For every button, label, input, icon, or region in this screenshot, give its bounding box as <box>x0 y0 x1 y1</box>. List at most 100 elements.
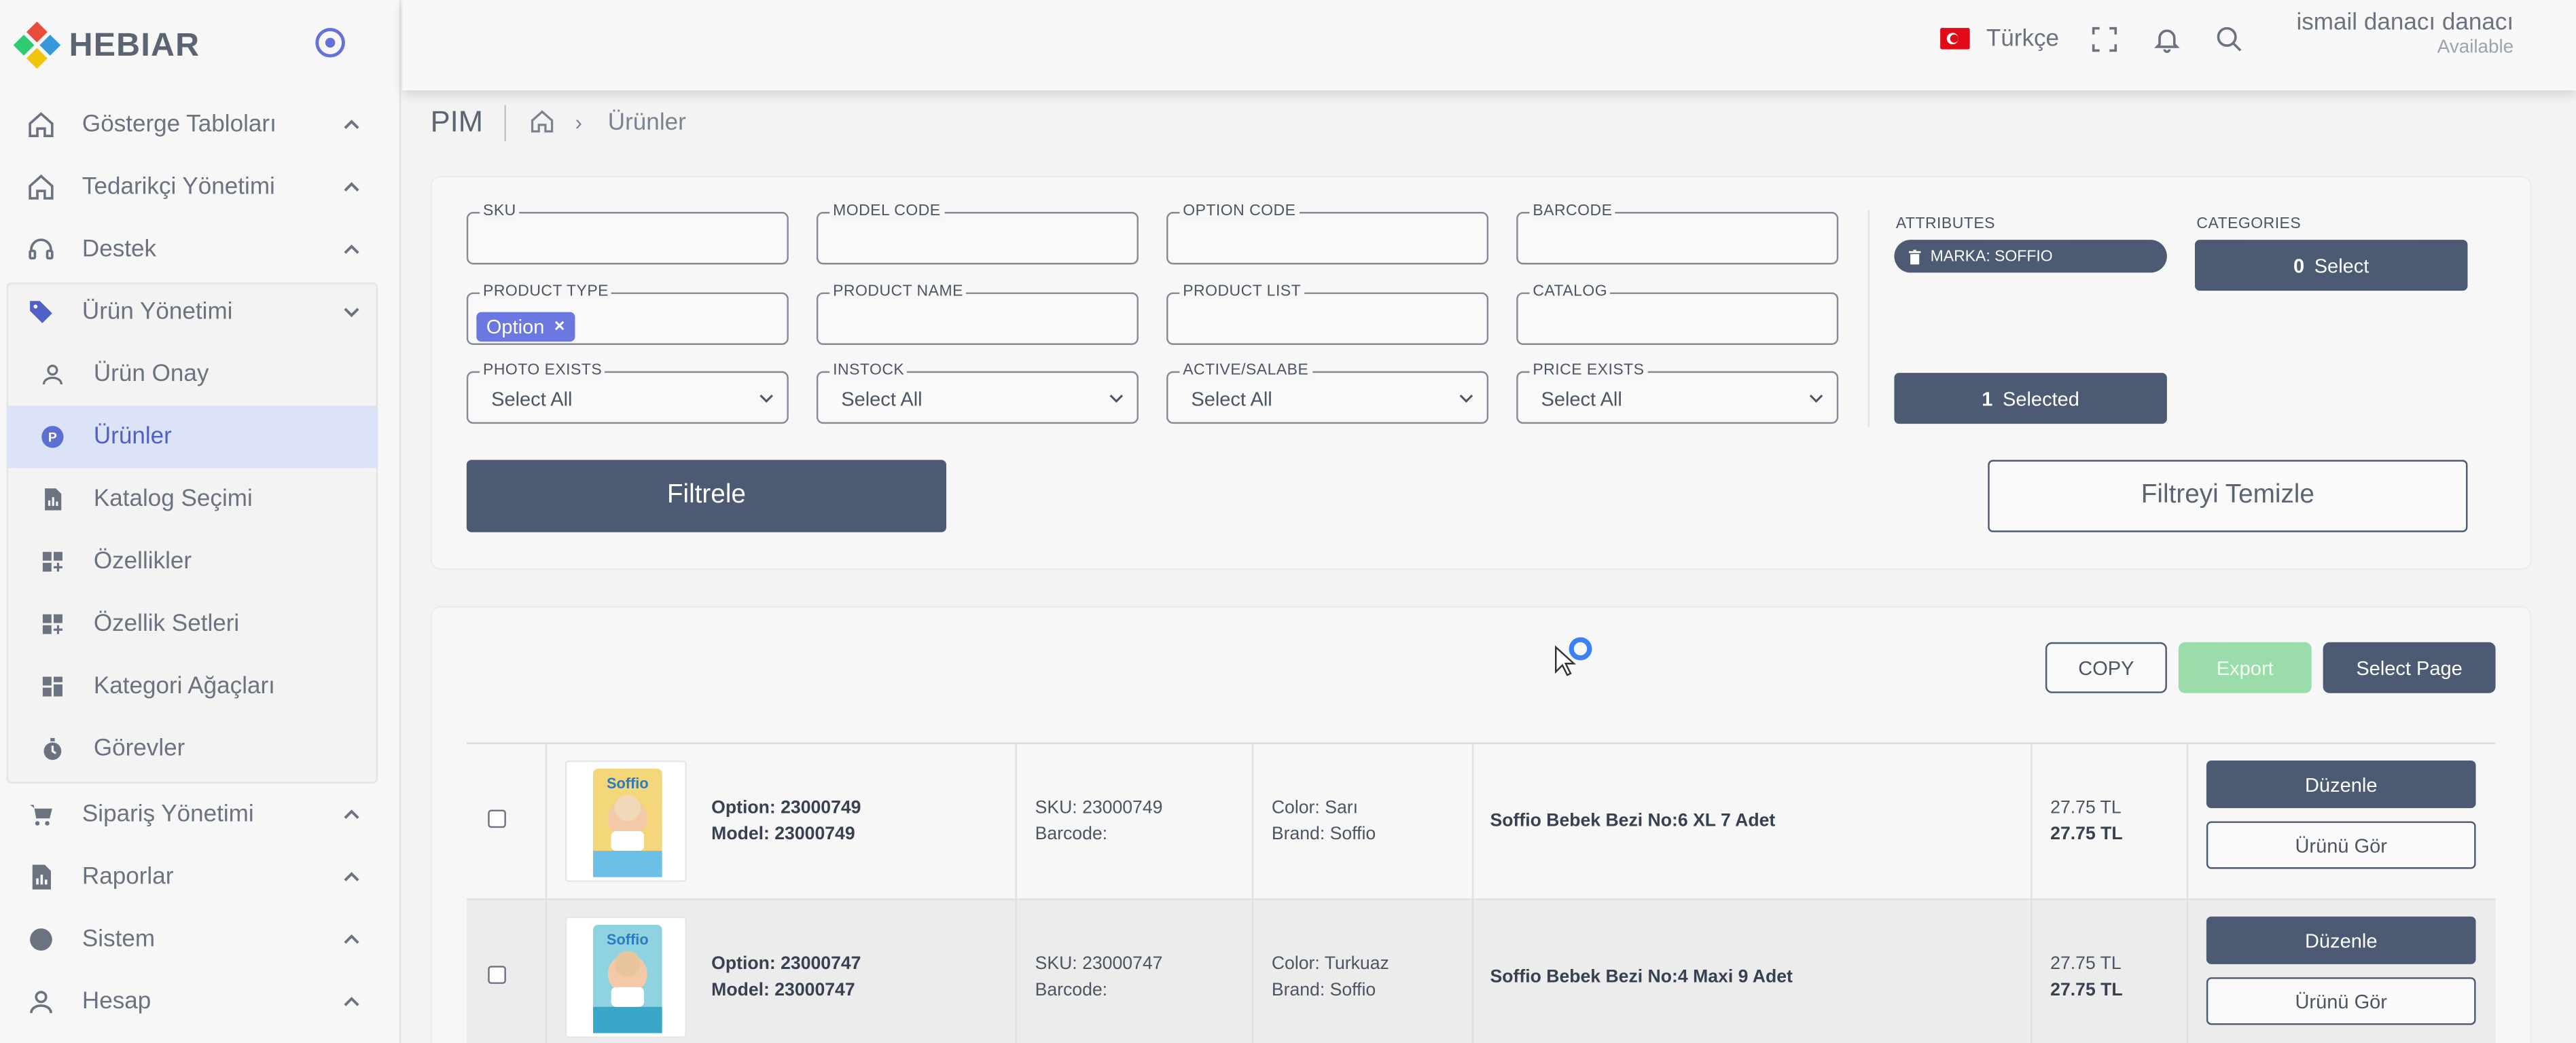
sku-field[interactable]: SKU <box>466 202 789 265</box>
attribute-pill[interactable]: MARKA: SOFFIO <box>1894 240 2167 273</box>
fullscreen-icon[interactable] <box>2090 24 2119 54</box>
clear-filter-button[interactable]: Filtreyi Temizle <box>1988 460 2468 532</box>
sidebar-item-label: Sistem <box>82 926 156 953</box>
sidebar-subitem-label: Ürünler <box>93 424 172 450</box>
field-label: PRODUCT TYPE <box>480 282 612 301</box>
product-price: 27.75 TL <box>2050 798 2122 818</box>
select-value: Select All <box>491 387 573 411</box>
field-label: ACTIVE/SALABE <box>1179 361 1312 380</box>
search-icon[interactable] <box>2215 24 2244 54</box>
sidebar-item-suppliers[interactable]: Tedarikçi Yönetimi <box>0 156 401 219</box>
p-badge-icon: P <box>41 426 64 448</box>
instock-select[interactable]: INSTOCK Select All <box>816 361 1139 424</box>
brand-logo-icon <box>13 21 61 69</box>
chip-remove-icon[interactable]: × <box>554 317 565 337</box>
sidebar-subitem-tasks[interactable]: Görevler <box>7 718 378 780</box>
select-value: Select All <box>841 387 923 411</box>
export-button[interactable]: Export <box>2178 642 2312 693</box>
brand[interactable]: HEBIAR <box>13 21 200 69</box>
cart-icon <box>30 805 52 826</box>
field-label: BARCODE <box>1529 202 1616 221</box>
row-checkbox[interactable] <box>488 809 506 828</box>
attributes-label: ATTRIBUTES <box>1895 215 1995 234</box>
sidebar-subitem-label: Görevler <box>93 735 185 763</box>
edit-button[interactable]: Düzenle <box>2206 760 2476 809</box>
row-checkbox[interactable] <box>488 966 506 984</box>
sidebar-item-product-management[interactable]: Ürün Yönetimi <box>0 281 401 344</box>
product-color: Color: Sarı <box>1271 798 1358 818</box>
language-selector[interactable]: Türkçe <box>1986 26 2059 53</box>
sidebar-subitem-category-trees[interactable]: Kategori Ağaçları <box>7 655 378 718</box>
product-type-field[interactable]: PRODUCT TYPE Option × <box>466 282 789 345</box>
grid-plus-icon <box>42 551 62 572</box>
sidebar-item-support[interactable]: Destek <box>0 219 401 281</box>
chevron-up-icon <box>344 996 359 1006</box>
sidebar-subitem-product-approval[interactable]: Ürün Onay <box>7 344 378 406</box>
sidebar-item-orders[interactable]: Sipariş Yönetimi <box>0 784 401 846</box>
photo-exists-select[interactable]: PHOTO EXISTS Select All <box>466 361 789 424</box>
turkey-flag-icon[interactable] <box>1940 28 1970 50</box>
chevron-up-icon <box>344 872 359 881</box>
table-row: Soffio Option: 23000749 Model: 23000749 … <box>466 744 2496 900</box>
tag-icon <box>30 301 52 323</box>
option-code-field[interactable]: OPTION CODE <box>1166 202 1489 265</box>
sidebar-subitem-attributes[interactable]: Özellikler <box>7 530 378 593</box>
product-thumbnail[interactable]: Soffio <box>565 916 687 1038</box>
product-type-chip[interactable]: Option × <box>476 312 575 342</box>
chevron-up-icon <box>344 809 359 819</box>
sidebar-subitem-label: Katalog Seçimi <box>93 486 253 513</box>
product-name-field[interactable]: PRODUCT NAME <box>816 282 1139 345</box>
sidebar-subitem-attribute-sets[interactable]: Özellik Setleri <box>7 593 378 655</box>
chevron-up-icon <box>344 120 359 130</box>
chevron-down-icon <box>1109 395 1124 403</box>
sidebar-item-dashboards[interactable]: Gösterge Tabloları <box>0 94 401 156</box>
product-barcode: Barcode: <box>1035 824 1108 845</box>
select-page-button[interactable]: Select Page <box>2323 642 2496 693</box>
sidebar-toggle-icon[interactable] <box>315 28 345 58</box>
bell-icon[interactable] <box>2152 24 2182 54</box>
sidebar-item-reports[interactable]: Raporlar <box>0 846 401 909</box>
product-model: Model: 23000749 <box>711 824 855 845</box>
user-menu[interactable]: ismail danacı danacı Available <box>2296 10 2514 58</box>
view-product-button[interactable]: Ürünü Gör <box>2206 977 2476 1025</box>
field-label: MODEL CODE <box>829 202 944 221</box>
mouse-cursor-icon <box>1555 645 1576 676</box>
products-table: Soffio Option: 23000749 Model: 23000749 … <box>466 742 2496 1043</box>
catalog-field[interactable]: CATALOG <box>1516 282 1839 345</box>
attribute-pill-label: MARKA: SOFFIO <box>1930 247 2053 266</box>
product-list-field[interactable]: PRODUCT LIST <box>1166 282 1489 345</box>
grid-plus-icon <box>42 614 62 634</box>
chevron-up-icon <box>344 182 359 191</box>
barcode-field[interactable]: BARCODE <box>1516 202 1839 265</box>
product-thumbnail[interactable]: Soffio <box>565 760 687 882</box>
copy-button[interactable]: COPY <box>2045 642 2167 693</box>
selected-attributes-button[interactable]: 1 Selected <box>1894 373 2167 424</box>
chevron-up-icon <box>344 934 359 944</box>
brand-name: HEBIAR <box>69 26 200 64</box>
sidebar-item-label: Sipariş Yönetimi <box>82 801 254 828</box>
chip-label: Option <box>486 315 545 339</box>
sidebar-item-account[interactable]: Hesap <box>0 971 401 1033</box>
model-code-field[interactable]: MODEL CODE <box>816 202 1139 265</box>
trash-icon[interactable] <box>1908 249 1922 264</box>
product-option: Option: 23000747 <box>711 954 861 974</box>
sidebar-item-system[interactable]: Sistem <box>0 909 401 971</box>
sidebar-subitem-catalog-selection[interactable]: Katalog Seçimi <box>7 468 378 530</box>
price-exists-select[interactable]: PRICE EXISTS Select All <box>1516 361 1839 424</box>
active-salable-select[interactable]: ACTIVE/SALABE Select All <box>1166 361 1489 424</box>
sidebar-item-label: Gösterge Tabloları <box>82 111 276 139</box>
user-icon <box>42 364 62 385</box>
categories-select-button[interactable]: 0 Select <box>2194 240 2468 291</box>
home-icon <box>29 174 54 200</box>
sidebar-subitem-label: Ürün Onay <box>93 361 209 388</box>
edit-button[interactable]: Düzenle <box>2206 916 2476 964</box>
home-icon[interactable] <box>529 109 556 135</box>
view-product-button[interactable]: Ürünü Gör <box>2206 821 2476 869</box>
user-status: Available <box>2437 37 2514 58</box>
sidebar-subitem-products[interactable]: P Ürünler <box>6 405 378 469</box>
filter-button[interactable]: Filtrele <box>466 460 946 532</box>
chevron-down-icon <box>344 308 359 318</box>
sidebar-item-label: Raporlar <box>82 864 174 891</box>
sidebar-item-label: Tedarikçi Yönetimi <box>82 174 275 201</box>
sidebar-subitem-label: Kategori Ağaçları <box>93 673 275 700</box>
